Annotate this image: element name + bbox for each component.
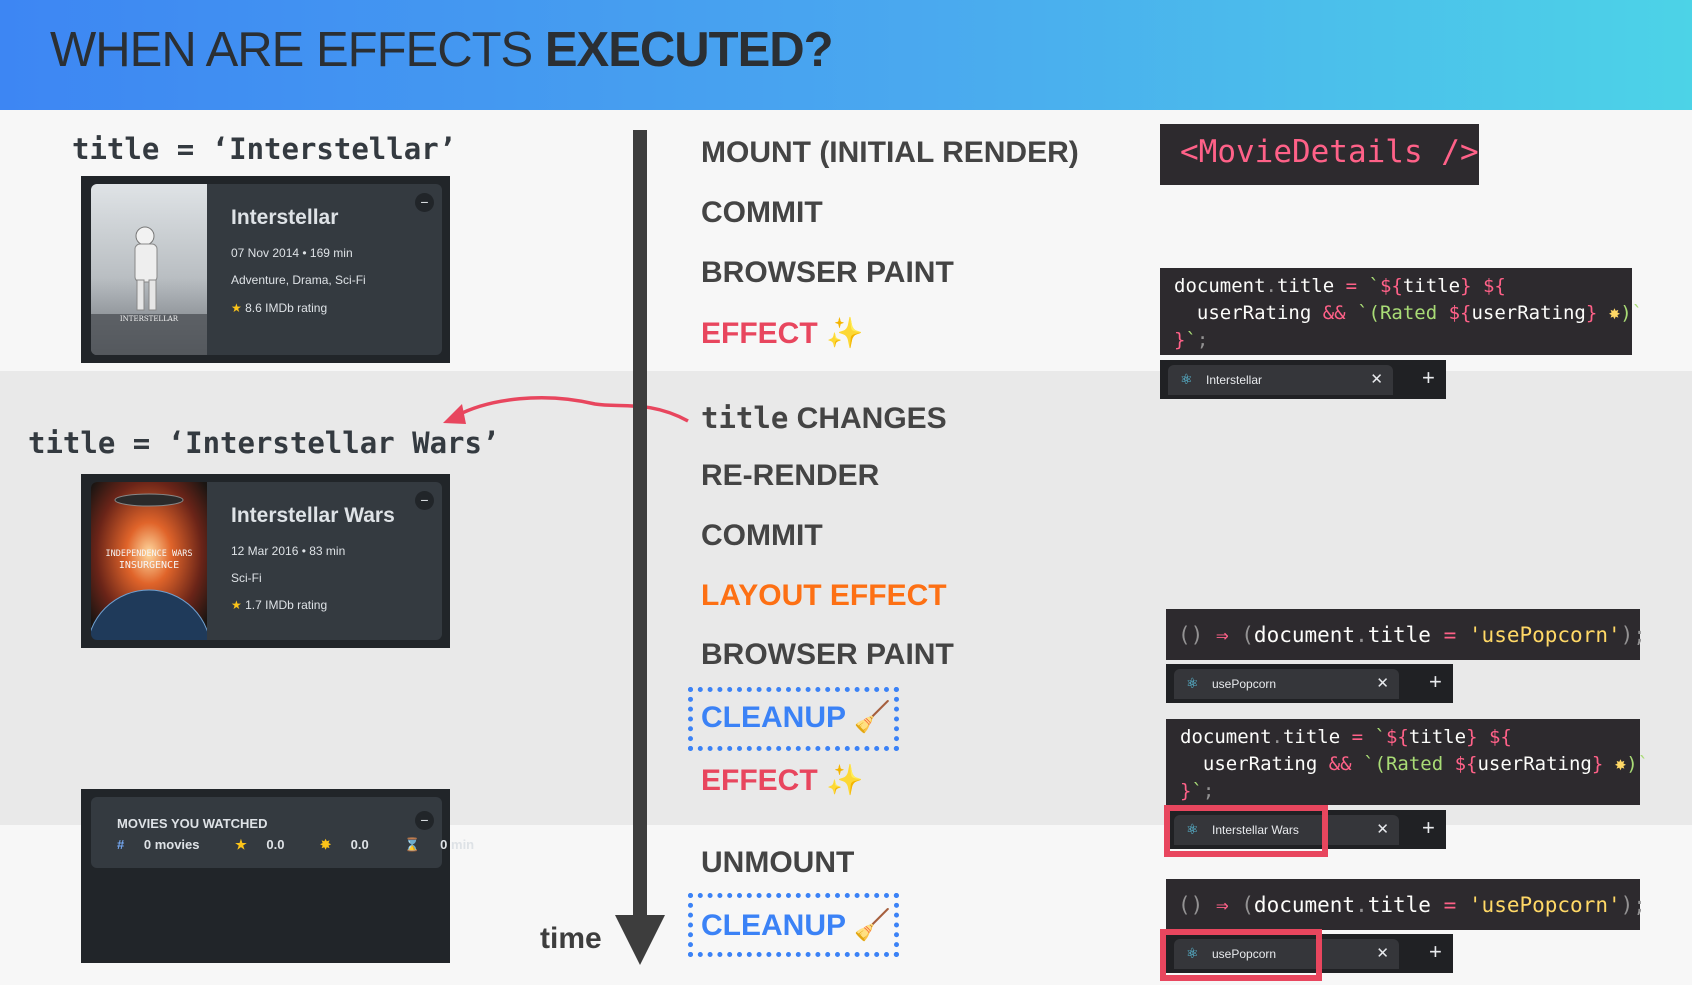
time-axis-label: time <box>540 922 602 955</box>
close-icon[interactable]: ✕ <box>1376 820 1389 838</box>
movie-poster: INDEPENDENCE WARS INSURGENCE <box>91 482 207 640</box>
timeline-arrowhead <box>615 915 665 965</box>
svg-text:INSURGENCE: INSURGENCE <box>119 560 179 571</box>
component-tag: <MovieDetails /> <box>1160 124 1479 185</box>
page-title: WHEN ARE EFFECTS EXECUTED? <box>50 23 834 77</box>
step-cleanup: CLEANUP 🧹 <box>701 701 892 734</box>
movie-genre: Sci-Fi <box>231 571 262 585</box>
browser-tab[interactable]: ⚛ usePopcorn ✕ <box>1174 669 1399 699</box>
hash-icon: # <box>117 837 125 852</box>
watched-title: MOVIES YOU WATCHED <box>117 816 268 831</box>
broom-icon: 🧹 <box>853 701 892 734</box>
step-mount: MOUNT (INITIAL RENDER) <box>701 136 1079 169</box>
watched-summary: MOVIES YOU WATCHED # 0 movies ★ 0.0 ✸ 0.… <box>91 797 474 868</box>
browser-tab[interactable]: ⚛ Interstellar ✕ <box>1168 365 1393 395</box>
react-icon: ⚛ <box>1180 371 1193 387</box>
new-tab-icon[interactable]: + <box>1429 669 1442 695</box>
watched-stats: # 0 movies ★ 0.0 ✸ 0.0 ⌛ 0 min <box>117 837 506 853</box>
cleanup-code-block: () ⇒ (document.title = 'usePopcorn'); <box>1166 609 1646 660</box>
sparkles-icon: ✨ <box>826 764 864 797</box>
hourglass-icon: ⌛ <box>404 837 421 852</box>
step-layout-effect: LAYOUT EFFECT <box>701 579 947 612</box>
effect-code-block: document.title = `${title} ${ userRating… <box>1160 268 1643 355</box>
remove-movie-button[interactable]: − <box>415 193 434 212</box>
movie-card-interstellar: INTERSTELLAR Interstellar 07 Nov 2014 • … <box>81 176 450 363</box>
star-icon: ★ <box>231 301 242 315</box>
step-unmount: UNMOUNT <box>701 846 855 879</box>
effect-code-block-2: document.title = `${title} ${ userRating… <box>1166 719 1649 805</box>
movie-rating: ★ 1.7 IMDb rating <box>231 598 328 612</box>
header-banner: WHEN ARE EFFECTS EXECUTED? <box>0 0 1692 110</box>
tab-title-highlight-2 <box>1160 929 1322 981</box>
step-title-changes: title CHANGES <box>701 401 947 435</box>
watched-count: # 0 movies <box>117 837 200 852</box>
step-cleanup-2: CLEANUP 🧹 <box>701 909 892 942</box>
movie-genre: Adventure, Drama, Sci-Fi <box>231 273 366 287</box>
step-commit-2: COMMIT <box>701 519 823 552</box>
movie-rating: ★ 8.6 IMDb rating <box>231 301 328 315</box>
close-icon[interactable]: ✕ <box>1370 370 1383 388</box>
new-tab-icon[interactable]: + <box>1429 939 1442 965</box>
close-icon[interactable]: ✕ <box>1376 944 1389 962</box>
svg-text:INTERSTELLAR: INTERSTELLAR <box>120 315 179 323</box>
close-summary-button[interactable]: − <box>415 811 434 830</box>
movie-release-runtime: 07 Nov 2014 • 169 min <box>231 246 353 260</box>
browser-tab-strip: ⚛ Interstellar ✕ + <box>1160 360 1446 399</box>
cleanup-code-block-2: () ⇒ (document.title = 'usePopcorn'); <box>1166 879 1646 930</box>
watched-user-avg: ✸ 0.0 <box>320 837 369 852</box>
movie-card-interstellar-wars: INDEPENDENCE WARS INSURGENCE Interstella… <box>81 474 450 648</box>
step-browser-paint-2: BROWSER PAINT <box>701 638 954 671</box>
title-assignment-2: title = ‘Interstellar Wars’ <box>28 426 500 460</box>
tab-title: Interstellar <box>1206 373 1263 387</box>
svg-text:INDEPENDENCE WARS: INDEPENDENCE WARS <box>106 549 193 559</box>
step-browser-paint: BROWSER PAINT <box>701 256 954 289</box>
sparkles-icon: ✨ <box>826 317 864 350</box>
close-icon[interactable]: ✕ <box>1376 674 1389 692</box>
step-effect-2: EFFECT ✨ <box>701 764 864 797</box>
new-tab-icon[interactable]: + <box>1422 815 1435 841</box>
watched-summary-card: MOVIES YOU WATCHED # 0 movies ★ 0.0 ✸ 0.… <box>81 789 474 963</box>
broom-icon: 🧹 <box>853 909 892 942</box>
star-icon: ★ <box>235 837 247 852</box>
step-re-render: RE-RENDER <box>701 459 880 492</box>
movie-title: Interstellar <box>231 206 339 229</box>
step-commit: COMMIT <box>701 196 823 229</box>
watched-imdb-avg: ★ 0.0 <box>235 837 285 852</box>
star-icon: ★ <box>231 598 242 612</box>
movie-release-runtime: 12 Mar 2016 • 83 min <box>231 544 346 558</box>
movie-title: Interstellar Wars <box>231 504 395 527</box>
glowing-star-icon: ✸ <box>320 837 332 852</box>
timeline-axis <box>633 130 647 930</box>
remove-movie-button[interactable]: − <box>415 491 434 510</box>
movie-poster: INTERSTELLAR <box>91 184 207 355</box>
react-icon: ⚛ <box>1186 675 1199 691</box>
browser-tab-strip: ⚛ usePopcorn ✕ + <box>1166 664 1453 703</box>
step-effect: EFFECT ✨ <box>701 317 864 350</box>
watched-runtime: ⌛ 0 min <box>404 837 475 852</box>
new-tab-icon[interactable]: + <box>1422 365 1435 391</box>
tab-title: usePopcorn <box>1212 677 1277 691</box>
tab-title-highlight <box>1164 805 1328 857</box>
title-assignment-1: title = ‘Interstellar’ <box>72 132 457 166</box>
